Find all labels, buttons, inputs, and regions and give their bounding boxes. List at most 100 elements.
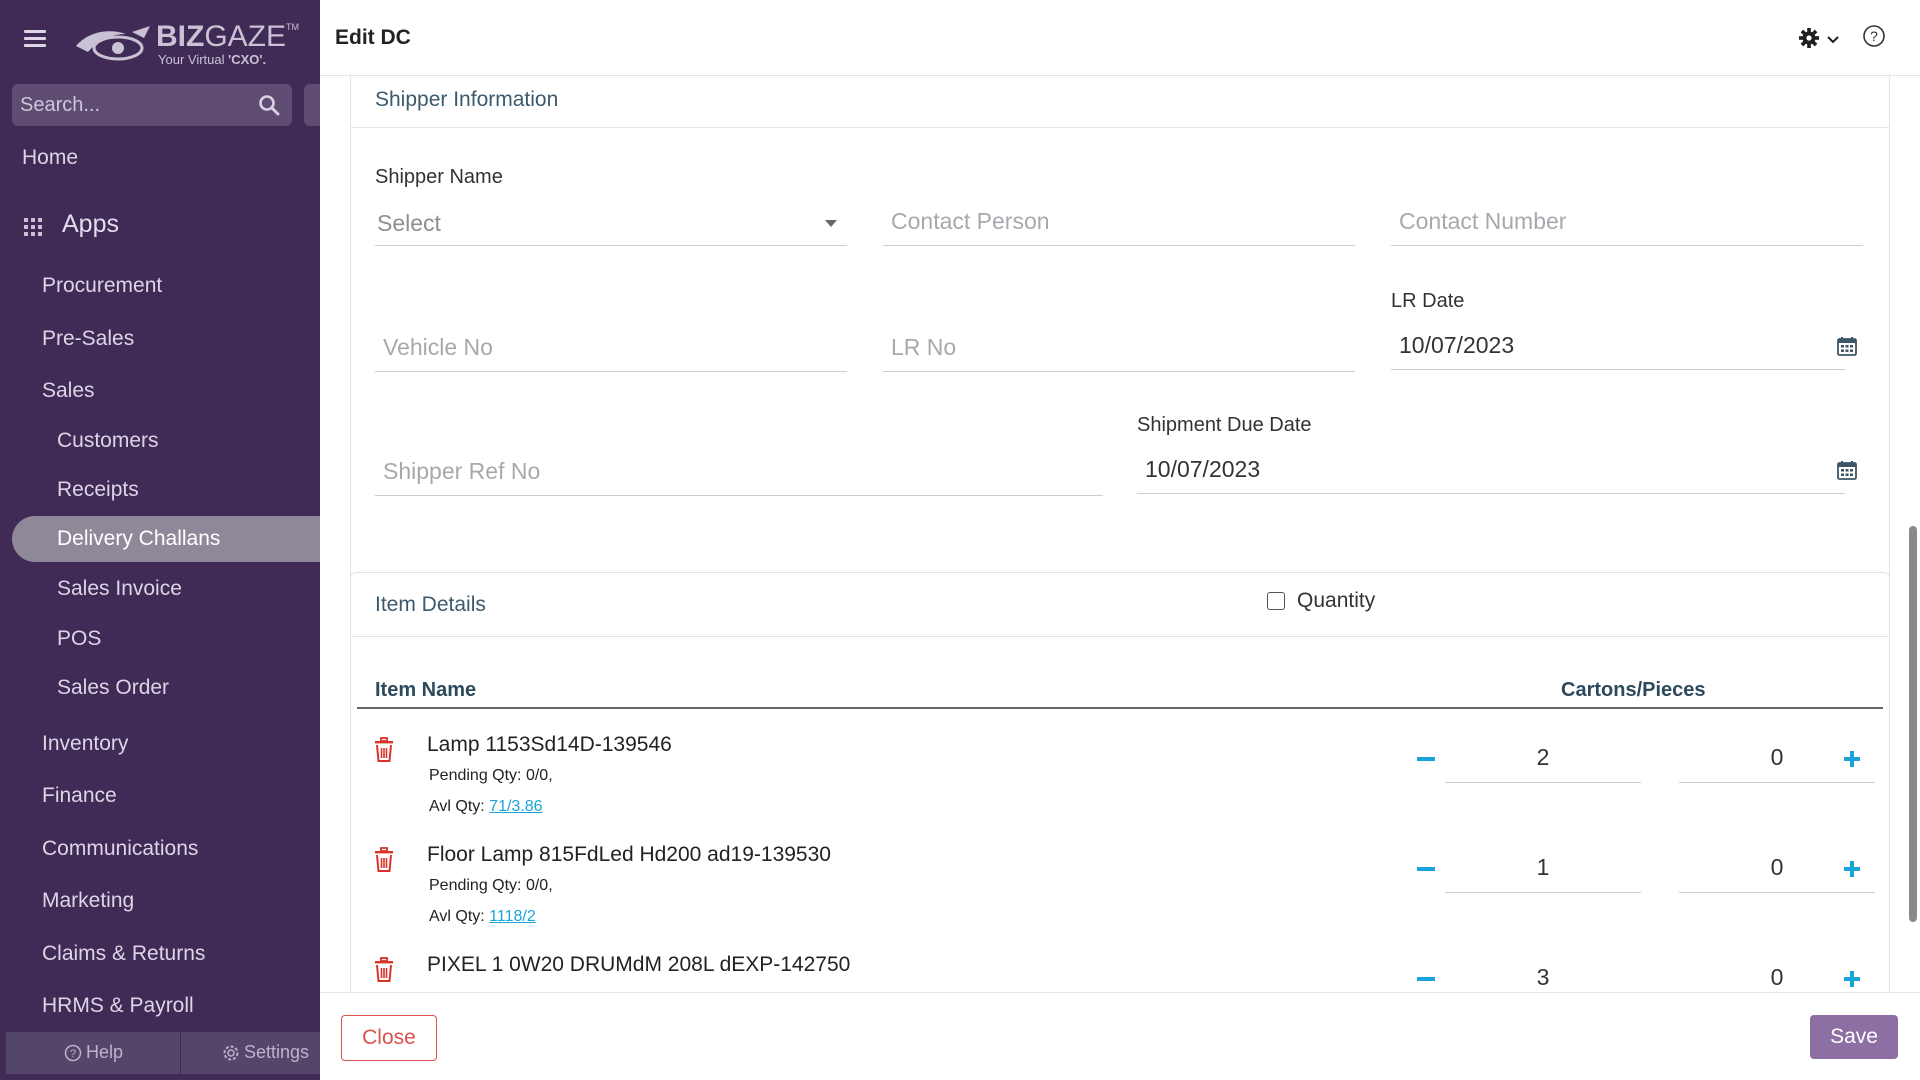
svg-text:?: ? (1870, 28, 1878, 44)
sidebar-footer: ? Help Settings (6, 1032, 320, 1074)
sidebar-item-marketing[interactable]: Marketing (42, 889, 362, 913)
decrement-button[interactable] (1417, 867, 1435, 871)
lr-date-label: LR Date (1391, 290, 1465, 312)
sidebar-item-pre-sales[interactable]: Pre-Sales (42, 327, 362, 351)
shipper-panel-header: Shipper Information (351, 76, 1889, 128)
form-footer: Close Save (320, 992, 1920, 1080)
item-details-header: Item Details Quantity (351, 573, 1889, 637)
calendar-icon[interactable] (1837, 460, 1857, 480)
sidebar-item-finance[interactable]: Finance (42, 784, 362, 808)
sidebar-header: BIZGAZETM Your Virtual 'CXO'. (0, 0, 320, 76)
help-circle-icon[interactable]: ? (1862, 24, 1886, 48)
sidebar-settings-button[interactable]: Settings (222, 1042, 309, 1063)
lr-no-input[interactable] (883, 324, 1355, 371)
apps-grid-icon (24, 218, 44, 238)
lr-date-input[interactable] (1391, 322, 1845, 369)
shipper-name-label: Shipper Name (375, 166, 503, 188)
column-header-item-name: Item Name (375, 679, 477, 701)
logo-eye-icon (76, 26, 150, 61)
settings-dropdown[interactable] (1798, 26, 1844, 50)
contact-number-input[interactable] (1391, 198, 1863, 245)
lr-date-field: LR Date (1391, 290, 1857, 374)
edit-dc-form: Shipper Information Shipper Name Select (320, 76, 1920, 992)
save-button[interactable]: Save (1810, 1015, 1898, 1059)
item-name: Lamp 1153Sd14D-139546 (427, 733, 672, 756)
item-available-qty: Avl Qty: 71/3.86 (429, 798, 543, 815)
calendar-icon[interactable] (1837, 336, 1857, 356)
table-row: PIXEL 1 0W20 DRUMdM 208L dEXP-142750 (351, 947, 1891, 992)
contact-number-wrapper (1391, 198, 1863, 246)
available-qty-link[interactable]: 71/3.86 (489, 798, 542, 815)
sidebar-item-procurement[interactable]: Procurement (42, 274, 362, 298)
trash-icon[interactable] (373, 957, 395, 983)
lr-no-wrapper (883, 324, 1355, 372)
page-header: Edit DC ? (320, 0, 1920, 76)
contact-person-input[interactable] (883, 198, 1355, 245)
search-icon[interactable] (258, 94, 280, 116)
sidebar: BIZGAZETM Your Virtual 'CXO'. Home Apps … (0, 0, 320, 1080)
sidebar-search (12, 84, 292, 126)
cartons-field (1445, 733, 1641, 783)
gear-icon (1799, 28, 1839, 48)
trash-icon[interactable] (373, 847, 395, 873)
sidebar-item-communications[interactable]: Communications (42, 837, 362, 861)
cartons-input[interactable] (1445, 953, 1641, 992)
item-name: PIXEL 1 0W20 DRUMdM 208L dEXP-142750 (427, 953, 851, 976)
trash-icon[interactable] (373, 737, 395, 763)
shipment-due-date-label: Shipment Due Date (1137, 414, 1312, 436)
sidebar-item-hrms-payroll[interactable]: HRMS & Payroll (42, 994, 362, 1018)
vehicle-no-input[interactable] (375, 324, 847, 371)
sidebar-item-sales[interactable]: Sales (42, 379, 362, 403)
hamburger-menu-icon[interactable] (24, 30, 46, 48)
shipper-name-select[interactable]: Select (375, 198, 847, 246)
shipment-due-date-input[interactable] (1137, 446, 1845, 493)
decrement-button[interactable] (1417, 757, 1435, 761)
shipper-information-panel: Shipper Information Shipper Name Select (350, 76, 1890, 624)
search-filter-tab[interactable] (304, 84, 320, 126)
sidebar-help-button[interactable]: ? Help (64, 1042, 123, 1063)
shipper-ref-field (375, 448, 1103, 498)
logo-tagline: Your Virtual 'CXO'. (158, 52, 267, 67)
logo-wordmark: BIZGAZETM (156, 20, 300, 53)
increment-button[interactable] (1844, 861, 1860, 877)
caret-down-icon (825, 220, 837, 227)
quantity-checkbox-label: Quantity (1297, 589, 1376, 612)
item-pending-qty: Pending Qty: 0/0, (429, 877, 553, 894)
help-icon: ? (64, 1044, 82, 1061)
item-available-qty: Avl Qty: 1118/2 (429, 908, 536, 925)
item-pending-qty: Pending Qty: 0/0, (429, 767, 553, 784)
shipper-ref-input[interactable] (375, 448, 1103, 495)
available-qty-link[interactable]: 1118/2 (489, 908, 536, 925)
quantity-checkbox[interactable]: Quantity (1267, 589, 1375, 613)
table-row: Lamp 1153Sd14D-139546 Pending Qty: 0/0, … (351, 727, 1891, 837)
cartons-input[interactable] (1445, 843, 1641, 892)
contact-number-field (1391, 198, 1863, 248)
page-title: Edit DC (335, 26, 411, 49)
sidebar-item-claims-returns[interactable]: Claims & Returns (42, 942, 362, 966)
cartons-field (1445, 953, 1641, 992)
footer-divider (180, 1032, 181, 1074)
sidebar-item-inventory[interactable]: Inventory (42, 732, 362, 756)
shipper-section-title: Shipper Information (375, 88, 559, 111)
contact-person-wrapper (883, 198, 1355, 246)
column-header-cartons-pieces: Cartons/Pieces (1561, 679, 1706, 701)
settings-gear-icon (223, 1045, 239, 1060)
items-table-header: Item Name Cartons/Pieces (357, 679, 1883, 709)
svg-text:?: ? (70, 1048, 76, 1060)
shipper-name-field: Shipper Name Select (375, 166, 847, 266)
scrollbar-thumb[interactable] (1909, 526, 1917, 922)
sidebar-item-home[interactable]: Home (22, 146, 342, 170)
quantity-checkbox-box[interactable] (1267, 592, 1285, 610)
increment-button[interactable] (1844, 971, 1860, 987)
item-details-title: Item Details (375, 593, 486, 616)
vehicle-no-wrapper (375, 324, 847, 372)
close-button[interactable]: Close (341, 1015, 437, 1061)
item-details-panel: Item Details Quantity Item Name Cartons/… (350, 572, 1890, 992)
cartons-input[interactable] (1445, 733, 1641, 782)
decrement-button[interactable] (1417, 977, 1435, 981)
cartons-field (1445, 843, 1641, 893)
sidebar-search-input[interactable] (20, 88, 250, 122)
shipper-ref-wrapper (375, 448, 1103, 496)
bizgaze-logo[interactable]: BIZGAZETM Your Virtual 'CXO'. (74, 18, 299, 68)
increment-button[interactable] (1844, 751, 1860, 767)
